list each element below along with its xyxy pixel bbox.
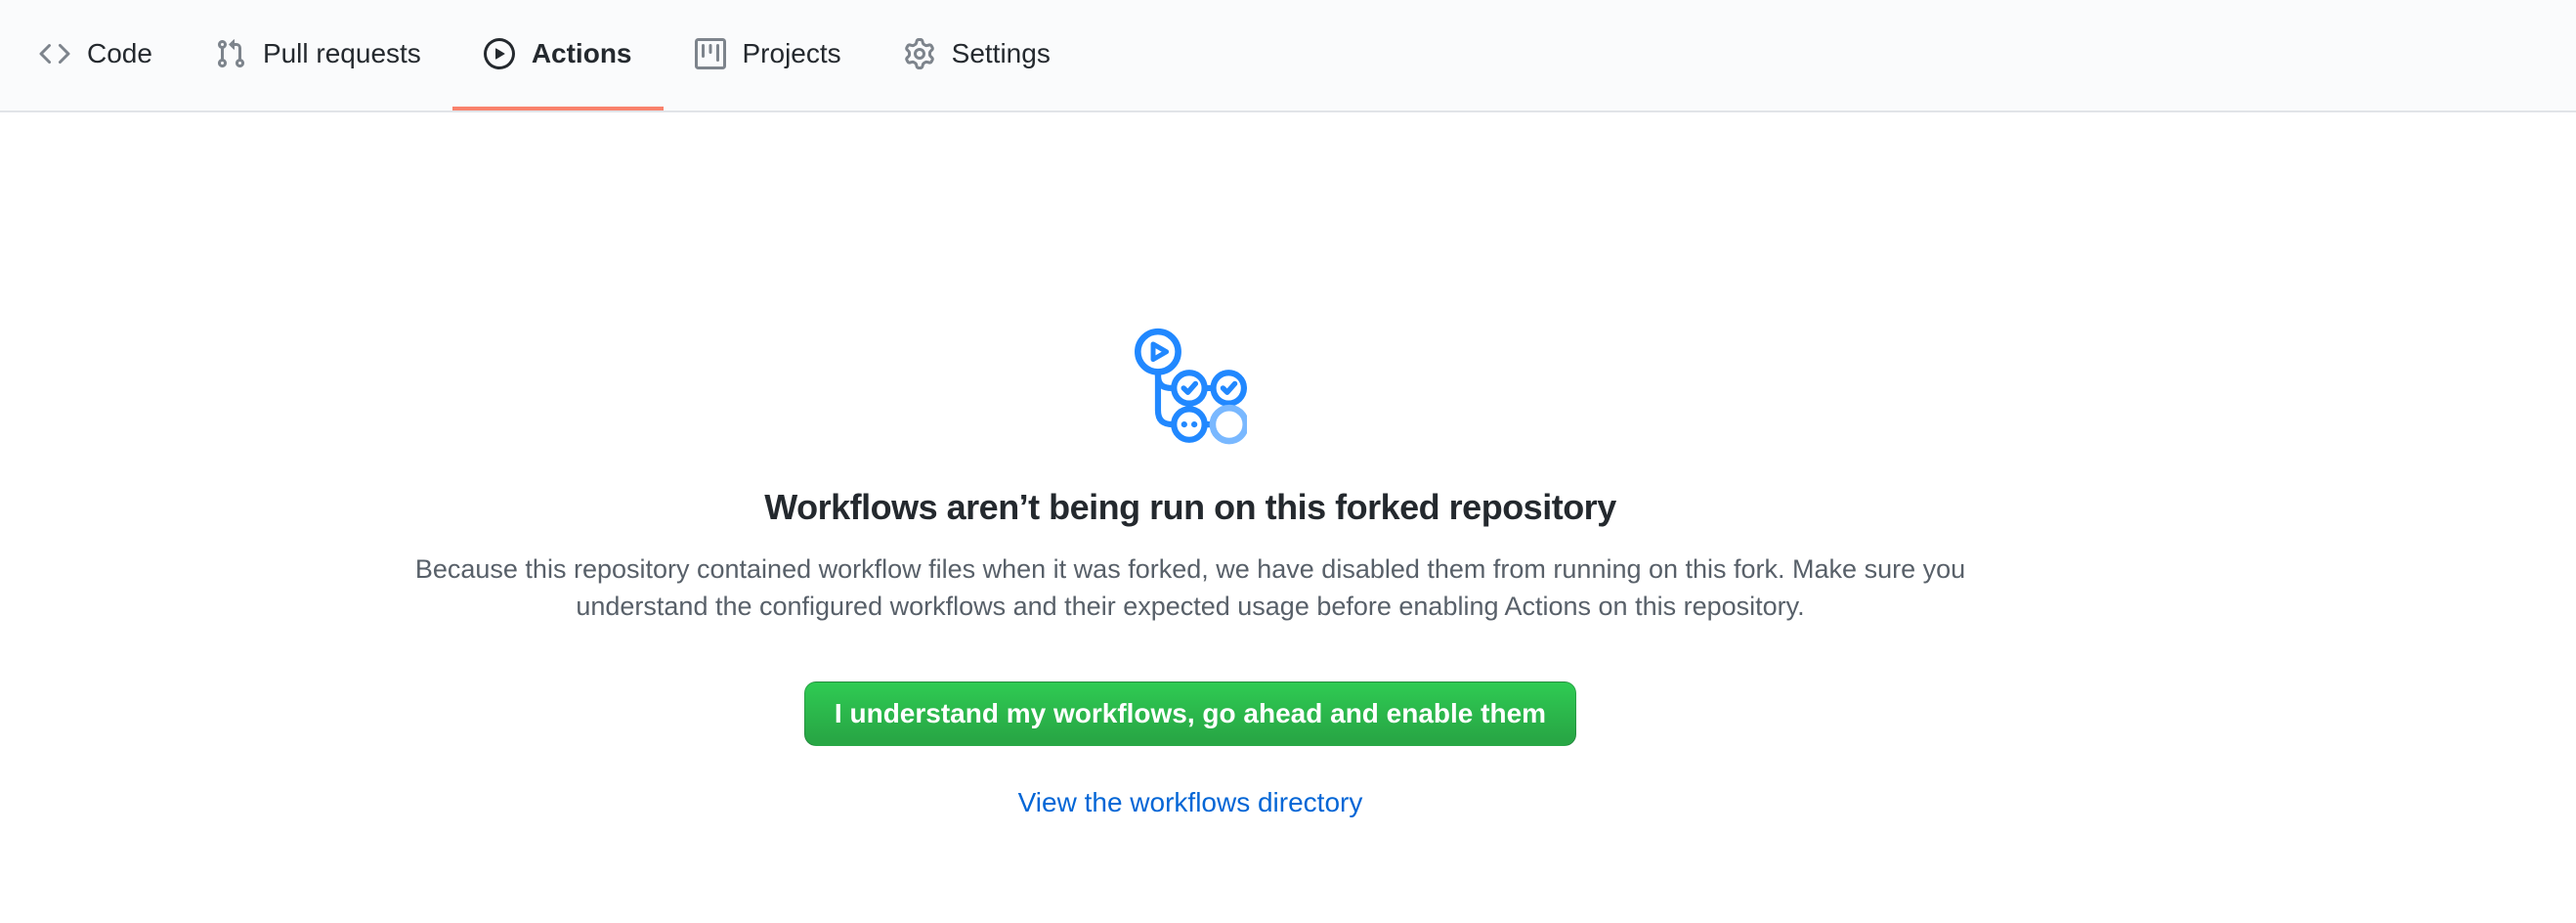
- blankslate-title: Workflows aren’t being run on this forke…: [193, 485, 2187, 529]
- tab-code[interactable]: Code: [8, 0, 184, 110]
- tab-label: Pull requests: [263, 38, 421, 69]
- actions-blankslate: Workflows aren’t being run on this forke…: [0, 112, 2576, 818]
- tab-label: Actions: [532, 38, 632, 69]
- pull-request-icon: [215, 38, 246, 69]
- code-icon: [39, 38, 70, 69]
- tab-pull-requests[interactable]: Pull requests: [184, 0, 452, 110]
- tab-actions[interactable]: Actions: [452, 0, 664, 110]
- tab-settings[interactable]: Settings: [873, 0, 1082, 110]
- tab-label: Code: [87, 38, 152, 69]
- enable-workflows-button[interactable]: I understand my workflows, go ahead and …: [804, 681, 1576, 746]
- project-board-icon: [695, 38, 726, 69]
- play-circle-icon: [484, 38, 515, 69]
- tab-label: Projects: [743, 38, 841, 69]
- tab-projects[interactable]: Projects: [664, 0, 873, 110]
- blankslate-description: Because this repository contained workfl…: [350, 550, 2031, 625]
- gear-icon: [904, 38, 935, 69]
- tab-label: Settings: [952, 38, 1051, 69]
- workflow-graph-icon: [1134, 328, 1247, 458]
- view-workflows-directory-link[interactable]: View the workflows directory: [1018, 787, 1363, 817]
- repo-nav: Code Pull requests Actions Projects Sett…: [0, 0, 2576, 112]
